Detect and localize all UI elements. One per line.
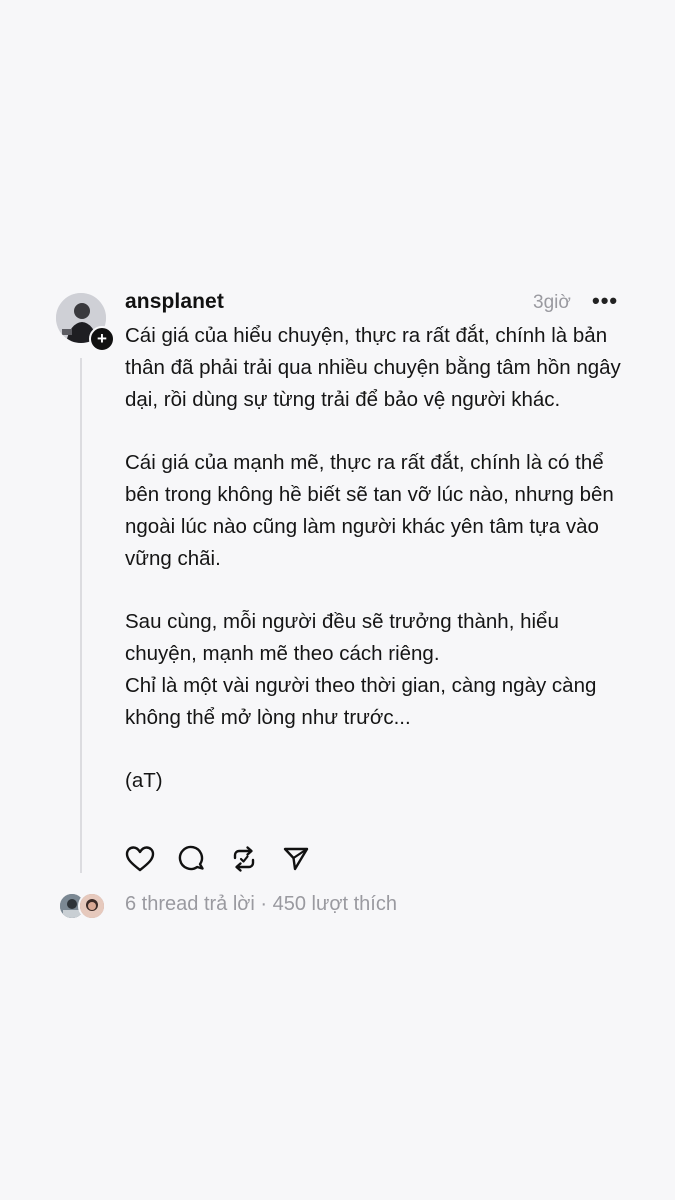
like-button[interactable] xyxy=(124,843,156,875)
comment-icon xyxy=(178,845,204,871)
thread-line xyxy=(80,358,82,873)
paragraph-2: Cái giá của mạnh mẽ, thực ra rất đắt, ch… xyxy=(125,451,614,570)
thread-post: + ansplanet 3giờ ••• Cái giá của hiểu ch… xyxy=(0,0,675,1200)
reply-avatar xyxy=(78,892,106,920)
more-options-icon[interactable]: ••• xyxy=(592,288,618,314)
username[interactable]: ansplanet xyxy=(125,290,224,314)
share-icon xyxy=(283,847,309,871)
action-bar xyxy=(124,843,312,875)
replies-count[interactable]: 6 thread trả lời xyxy=(125,893,255,915)
paragraph-3: Sau cùng, mỗi người đều sẽ trưởng thành,… xyxy=(125,610,559,665)
post-stats: 6 thread trả lời · 450 lượt thích xyxy=(125,893,397,916)
paragraph-1: Cái giá của hiểu chuyện, thực ra rất đắt… xyxy=(125,324,621,411)
repost-button[interactable] xyxy=(228,843,260,875)
follow-plus-icon[interactable]: + xyxy=(89,326,115,352)
heart-icon xyxy=(125,846,155,872)
comment-button[interactable] xyxy=(176,843,208,875)
likes-count[interactable]: 450 lượt thích xyxy=(273,893,397,915)
signature: (aT) xyxy=(125,769,163,792)
timestamp: 3giờ xyxy=(533,292,571,313)
reply-avatars[interactable] xyxy=(58,891,108,920)
share-button[interactable] xyxy=(280,843,312,875)
paragraph-4: Chỉ là một vài người theo thời gian, càn… xyxy=(125,674,597,729)
repost-icon xyxy=(233,846,255,872)
post-body: Cái giá của hiểu chuyện, thực ra rất đắt… xyxy=(125,320,625,828)
stats-separator: · xyxy=(254,893,273,915)
